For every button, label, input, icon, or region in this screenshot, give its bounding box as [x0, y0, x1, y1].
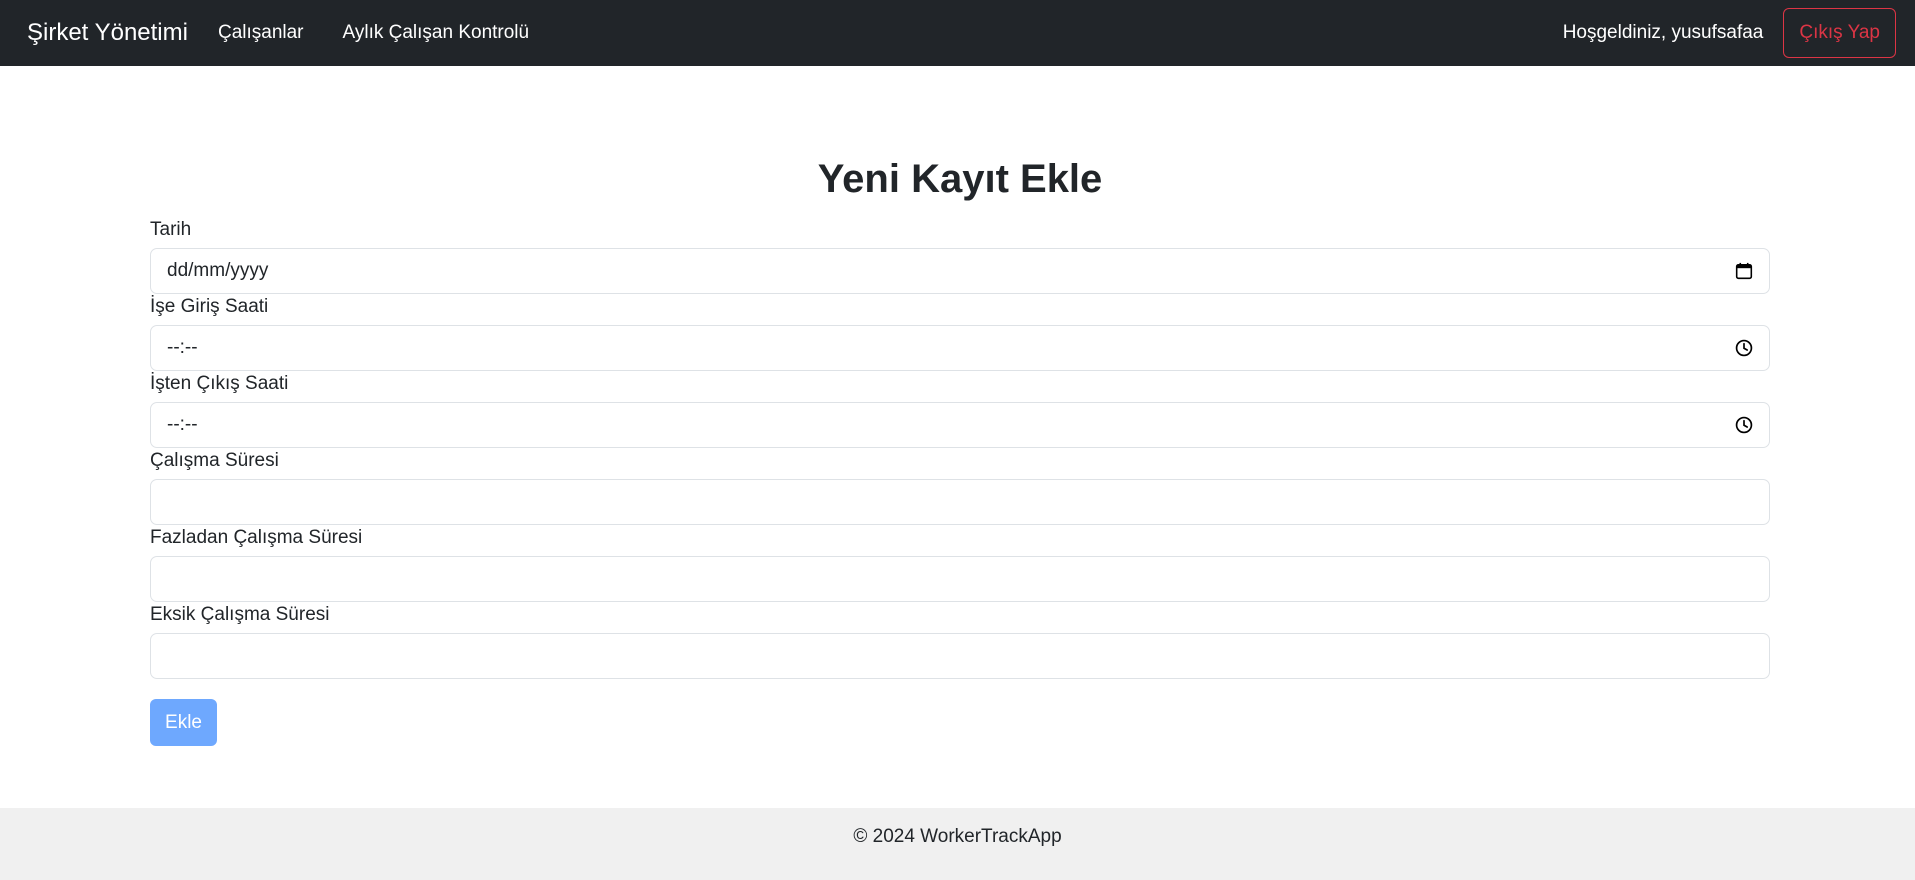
field-eksik-calisma: Eksik Çalışma Süresi	[150, 602, 1770, 679]
ekle-button[interactable]: Ekle	[150, 699, 217, 746]
top-navbar: Şirket Yönetimi Çalışanlar Aylık Çalışan…	[0, 0, 1915, 66]
fazladan-calisma-label: Fazladan Çalışma Süresi	[150, 527, 363, 548]
ise-giris-label: İşe Giriş Saati	[150, 296, 269, 317]
calisma-suresi-label: Çalışma Süresi	[150, 450, 279, 471]
eksik-calisma-label: Eksik Çalışma Süresi	[150, 604, 330, 625]
field-ise-giris: İşe Giriş Saati --:--	[150, 294, 1770, 371]
footer: © 2024 WorkerTrackApp	[0, 808, 1915, 880]
ise-giris-time-input[interactable]: --:--	[150, 325, 1770, 371]
calendar-icon[interactable]	[1735, 262, 1753, 280]
new-record-form: Tarih dd/mm/yyyy İşe Giriş Saati --:-- İ…	[150, 217, 1770, 746]
field-isten-cikis: İşten Çıkış Saati --:--	[150, 371, 1770, 448]
tarih-label: Tarih	[150, 219, 192, 240]
welcome-text: Hoşgeldiniz, yusufsafaa	[1562, 22, 1764, 43]
fazladan-calisma-input[interactable]	[150, 556, 1770, 602]
footer-text: © 2024 WorkerTrackApp	[853, 826, 1062, 847]
logout-button[interactable]: Çıkış Yap	[1783, 8, 1896, 58]
clock-icon[interactable]	[1735, 416, 1753, 434]
isten-cikis-value: --:--	[167, 414, 198, 435]
field-fazladan-calisma: Fazladan Çalışma Süresi	[150, 525, 1770, 602]
tarih-date-input[interactable]: dd/mm/yyyy	[150, 248, 1770, 294]
tarih-value: dd/mm/yyyy	[167, 260, 269, 281]
field-tarih: Tarih dd/mm/yyyy	[150, 217, 1770, 294]
nav-link-aylik-kontrol[interactable]: Aylık Çalışan Kontrolü	[343, 22, 530, 44]
calisma-suresi-input[interactable]	[150, 479, 1770, 525]
ise-giris-value: --:--	[167, 337, 198, 358]
clock-icon[interactable]	[1735, 339, 1753, 357]
brand-link[interactable]: Şirket Yönetimi	[27, 19, 188, 47]
isten-cikis-label: İşten Çıkış Saati	[150, 373, 289, 394]
isten-cikis-time-input[interactable]: --:--	[150, 402, 1770, 448]
main-content: Yeni Kayıt Ekle Tarih dd/mm/yyyy İşe Gir…	[150, 66, 1770, 746]
nav-link-calisanlar[interactable]: Çalışanlar	[218, 22, 304, 44]
eksik-calisma-input[interactable]	[150, 633, 1770, 679]
page-title: Yeni Kayıt Ekle	[817, 157, 1103, 201]
field-calisma-suresi: Çalışma Süresi	[150, 448, 1770, 525]
